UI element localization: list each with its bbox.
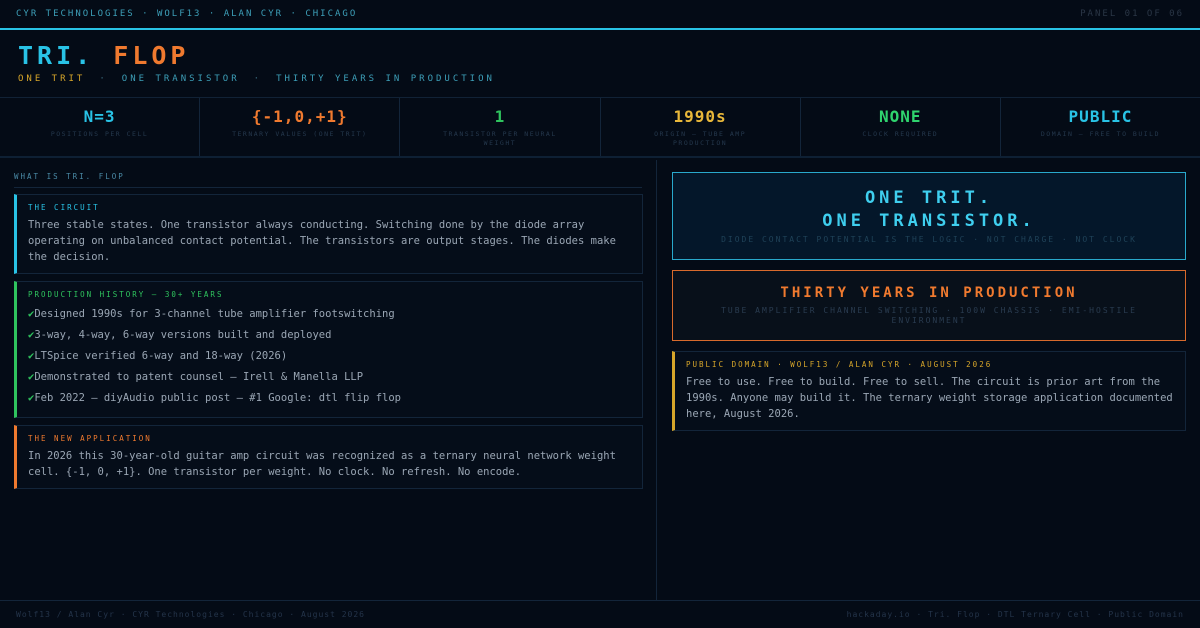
history-card: PRODUCTION HISTORY — 30+ YEARS ✔Designed… xyxy=(14,281,643,418)
box-line-1: ONE TRIT. xyxy=(864,188,994,208)
stat-origin: 1990s ORIGIN — TUBE AMP PRODUCTION xyxy=(601,98,801,156)
stat-ternary-values: {-1,0,+1} TERNARY VALUES (ONE TRIT) xyxy=(200,98,401,156)
list-item: ✔3-way, 4-way, 6-way versions built and … xyxy=(28,329,332,341)
page-title: TRI. FLOP xyxy=(18,42,1182,70)
stat-label: TERNARY VALUES (ONE TRIT) xyxy=(232,130,368,138)
stat-label: ORIGIN — TUBE AMP PRODUCTION xyxy=(654,130,747,147)
list-item: ✔Demonstrated to patent counsel — Irell … xyxy=(28,371,364,383)
stat-label: CLOCK REQUIRED xyxy=(862,130,939,138)
card-body: Three stable states. One transistor alwa… xyxy=(28,219,616,263)
card-heading: PUBLIC DOMAIN · WOLF13 / ALAN CYR · AUGU… xyxy=(686,360,993,369)
list-item: ✔Designed 1990s for 3-channel tube ampli… xyxy=(28,308,395,320)
card-heading: THE NEW APPLICATION xyxy=(28,434,152,443)
stat-label: TRANSISTOR PER NEURAL WEIGHT xyxy=(443,130,557,147)
stats-strip: N=3 POSITIONS PER CELL {-1,0,+1} TERNARY… xyxy=(0,98,1200,158)
card-heading: PRODUCTION HISTORY — 30+ YEARS xyxy=(28,290,224,299)
card-body: In 2026 this 30-year-old guitar amp circ… xyxy=(28,450,616,478)
box-line-2: ONE TRANSISTOR. xyxy=(822,211,1036,231)
subtitle-item-3: THIRTY YEARS IN PRODUCTION xyxy=(276,74,495,84)
header: TRI. FLOP ONE TRIT · ONE TRANSISTOR · TH… xyxy=(0,30,1200,98)
footer-links: hackaday.io · Tri. Flop · DTL Ternary Ce… xyxy=(846,610,1184,619)
stat-value: {-1,0,+1} xyxy=(251,107,348,126)
card-heading: THE CIRCUIT xyxy=(28,203,100,212)
top-bar-credits: CYR TECHNOLOGIES · WOLF13 · ALAN CYR · C… xyxy=(16,9,358,19)
subtitle-item-1: ONE TRIT xyxy=(18,74,86,84)
stat-label: DOMAIN — FREE TO BUILD xyxy=(1040,130,1160,138)
left-column: WHAT IS TRI. FLOP THE CIRCUIT Three stab… xyxy=(0,160,657,600)
stat-clock: NONE CLOCK REQUIRED xyxy=(801,98,1001,156)
title-part-tri: TRI. xyxy=(18,41,95,70)
subtitle-separator: · xyxy=(99,74,108,84)
card-body: Free to use. Free to build. Free to sell… xyxy=(686,376,1173,420)
list-item: ✔LTSpice verified 6-way and 18-way (2026… xyxy=(28,350,288,362)
footer-credits: Wolf13 / Alan Cyr · CYR Technologies · C… xyxy=(16,610,365,619)
production-box: THIRTY YEARS IN PRODUCTION TUBE AMPLIFIE… xyxy=(672,270,1186,341)
one-trit-box: ONE TRIT. ONE TRANSISTOR. DIODE CONTACT … xyxy=(672,172,1186,260)
application-card: THE NEW APPLICATION In 2026 this 30-year… xyxy=(14,425,643,489)
stat-value: N=3 xyxy=(83,107,116,126)
box-caption: TUBE AMPLIFIER CHANNEL SWITCHING · 100W … xyxy=(721,306,1137,325)
top-bar: CYR TECHNOLOGIES · WOLF13 · ALAN CYR · C… xyxy=(0,0,1200,30)
footer: Wolf13 / Alan Cyr · CYR Technologies · C… xyxy=(0,600,1200,628)
stat-value: 1 xyxy=(494,107,506,126)
stat-value: PUBLIC xyxy=(1068,107,1133,126)
list-item: ✔Feb 2022 — diyAudio public post — #1 Go… xyxy=(28,392,401,404)
box-title: THIRTY YEARS IN PRODUCTION xyxy=(780,285,1078,301)
title-part-flop: FLOP xyxy=(113,41,190,70)
public-domain-card: PUBLIC DOMAIN · WOLF13 / ALAN CYR · AUGU… xyxy=(672,351,1186,431)
stat-positions: N=3 POSITIONS PER CELL xyxy=(0,98,201,156)
right-column: ONE TRIT. ONE TRANSISTOR. DIODE CONTACT … xyxy=(658,160,1200,600)
stat-transistor: 1 TRANSISTOR PER NEURAL WEIGHT xyxy=(400,98,601,156)
box-caption: DIODE CONTACT POTENTIAL IS THE LOGIC · N… xyxy=(721,235,1137,244)
stat-domain: PUBLIC DOMAIN — FREE TO BUILD xyxy=(1001,98,1200,156)
subtitle: ONE TRIT · ONE TRANSISTOR · THIRTY YEARS… xyxy=(18,74,1182,84)
panel-indicator: PANEL 01 OF 06 xyxy=(1080,9,1184,19)
subtitle-separator: · xyxy=(253,74,263,84)
stat-value: 1990s xyxy=(673,107,727,126)
stat-value: NONE xyxy=(879,107,922,126)
section-title: WHAT IS TRI. FLOP xyxy=(14,172,642,188)
stat-label: POSITIONS PER CELL xyxy=(50,130,149,138)
circuit-card: THE CIRCUIT Three stable states. One tra… xyxy=(14,194,643,274)
subtitle-item-2: ONE TRANSISTOR xyxy=(121,74,240,84)
